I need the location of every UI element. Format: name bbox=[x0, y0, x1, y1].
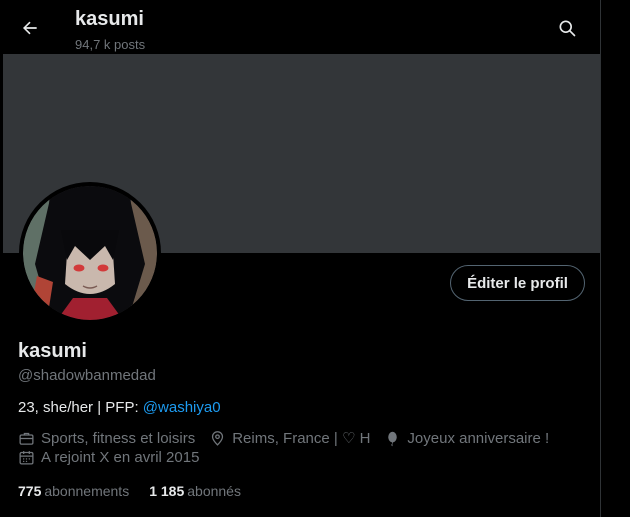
edit-profile-button[interactable]: Éditer le profil bbox=[450, 265, 585, 301]
following-count: 775 bbox=[18, 483, 42, 499]
calendar-icon bbox=[19, 451, 34, 465]
following-link[interactable]: 775 abonnements bbox=[18, 483, 129, 499]
followers-link[interactable]: 1 185 abonnés bbox=[149, 483, 241, 499]
arrow-left-icon bbox=[23, 21, 37, 35]
category-text: Sports, fitness et loisirs bbox=[41, 429, 196, 447]
followers-count: 1 185 bbox=[149, 483, 185, 499]
joined-text: A rejoint X en avril 2015 bbox=[41, 449, 200, 466]
handle: @shadowbanmedad bbox=[18, 367, 156, 384]
followers-label: abonnés bbox=[187, 483, 241, 499]
category-item: Sports, fitness et loisirs bbox=[18, 430, 195, 447]
following-label: abonnements bbox=[44, 483, 130, 499]
profile-header: kasumi 94,7 k posts bbox=[0, 0, 600, 54]
location-item: Reims, France | ♡ H bbox=[209, 429, 370, 447]
birthday-item[interactable]: Joyeux anniversaire ! bbox=[384, 430, 549, 447]
profile-meta-row: Sports, fitness et loisirs Reims, France… bbox=[18, 429, 563, 447]
birthday-text: Joyeux anniversaire ! bbox=[407, 429, 550, 447]
bio-mention-link[interactable]: @washiya0 bbox=[143, 399, 221, 416]
post-count: 94,7 k posts bbox=[75, 37, 146, 52]
avatar-image bbox=[23, 186, 157, 320]
header-title: kasumi bbox=[75, 8, 144, 30]
briefcase-icon bbox=[19, 432, 34, 445]
bio: 23, she/her | PFP: @washiya0 bbox=[18, 399, 221, 416]
display-name: kasumi bbox=[18, 340, 87, 362]
location-text: Reims, France | ♡ H bbox=[232, 430, 371, 447]
column-divider bbox=[600, 0, 601, 517]
bio-text: 23, she/her | PFP: bbox=[18, 399, 143, 416]
back-button[interactable] bbox=[14, 12, 46, 44]
joined-row: A rejoint X en avril 2015 bbox=[18, 449, 213, 466]
avatar[interactable] bbox=[19, 182, 161, 324]
location-pin-icon bbox=[212, 430, 224, 446]
profile-column: kasumi 94,7 k posts Éditer le profil kas… bbox=[0, 0, 600, 517]
joined-item: A rejoint X en avril 2015 bbox=[18, 449, 199, 466]
search-icon bbox=[559, 20, 576, 37]
follow-stats: 775 abonnements 1 185 abonnés bbox=[18, 483, 261, 499]
search-button[interactable] bbox=[550, 12, 584, 44]
balloon-icon bbox=[388, 431, 398, 446]
